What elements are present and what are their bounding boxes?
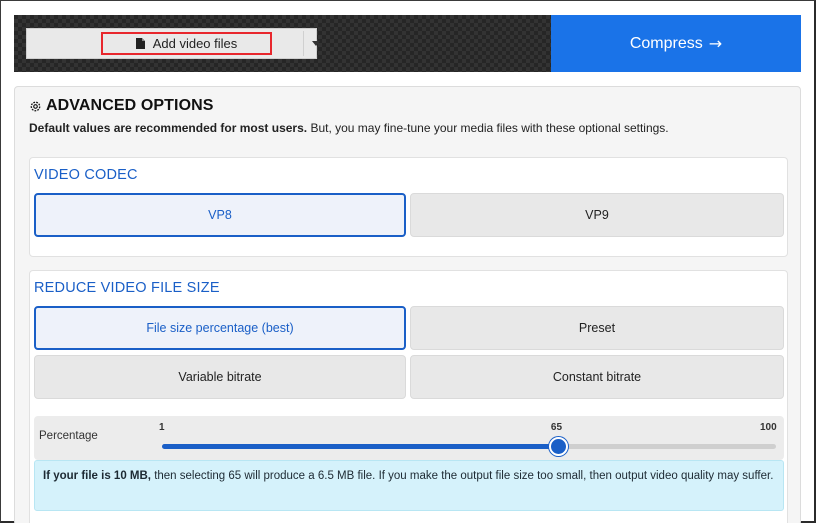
gear-icon xyxy=(29,100,42,113)
slider-value-label: 65 xyxy=(550,422,563,433)
advanced-options-description: Default values are recommended for most … xyxy=(29,121,669,135)
compress-label: Compress xyxy=(629,34,703,52)
reduce-option-constant-bitrate[interactable]: Constant bitrate xyxy=(410,355,784,399)
advanced-options-title: ADVANCED OPTIONS xyxy=(29,97,214,115)
reduce-option-file-size-percentage[interactable]: File size percentage (best) xyxy=(34,306,406,350)
percentage-label: Percentage xyxy=(39,430,98,442)
advanced-options-panel: ADVANCED OPTIONS Default values are reco… xyxy=(14,86,801,523)
info-alert: If your file is 10 MB, then selecting 65… xyxy=(34,460,784,511)
slider-track-fill xyxy=(162,444,559,449)
compress-button[interactable]: Compress → xyxy=(551,15,801,72)
advanced-options-title-text: ADVANCED OPTIONS xyxy=(46,97,214,114)
codec-option-vp8[interactable]: VP8 xyxy=(34,193,406,237)
add-video-files-highlight[interactable]: Add video files xyxy=(101,32,272,55)
percentage-slider-row: Percentage 1 65 100 xyxy=(34,416,784,460)
codec-option-vp9[interactable]: VP9 xyxy=(410,193,784,237)
caret-down-icon[interactable] xyxy=(312,41,320,46)
reduce-option-preset[interactable]: Preset xyxy=(410,306,784,350)
dropdown-separator xyxy=(303,31,304,56)
video-codec-section: VIDEO CODEC VP8 VP9 xyxy=(29,157,788,257)
reduce-option-label: Variable bitrate xyxy=(178,370,262,384)
slider-min-label: 1 xyxy=(159,422,165,433)
add-video-files-button[interactable]: Add video files xyxy=(26,28,320,59)
description-rest: But, you may fine-tune your media files … xyxy=(307,121,669,135)
codec-option-label: VP9 xyxy=(585,208,609,222)
slider-thumb[interactable] xyxy=(549,437,569,456)
file-icon xyxy=(135,38,145,49)
top-toolbar: Add video files Compress → xyxy=(14,15,801,72)
info-rest: then selecting 65 will produce a 6.5 MB … xyxy=(151,470,774,482)
reduce-option-label: File size percentage (best) xyxy=(146,321,294,335)
slider-track[interactable] xyxy=(162,444,776,449)
arrow-right-icon: → xyxy=(708,34,723,53)
reduce-option-label: Preset xyxy=(578,321,616,335)
codec-option-label: VP8 xyxy=(208,208,232,222)
slider-max-label: 100 xyxy=(760,422,777,433)
video-codec-title: VIDEO CODEC xyxy=(34,167,138,183)
reduce-file-size-title: REDUCE VIDEO FILE SIZE xyxy=(34,280,220,296)
description-bold: Default values are recommended for most … xyxy=(29,121,308,135)
reduce-option-variable-bitrate[interactable]: Variable bitrate xyxy=(34,355,406,399)
add-video-files-label: Add video files xyxy=(152,36,238,51)
reduce-option-label: Constant bitrate xyxy=(552,370,642,384)
info-bold: If your file is 10 MB, xyxy=(43,470,151,482)
reduce-file-size-section: REDUCE VIDEO FILE SIZE File size percent… xyxy=(29,270,788,523)
